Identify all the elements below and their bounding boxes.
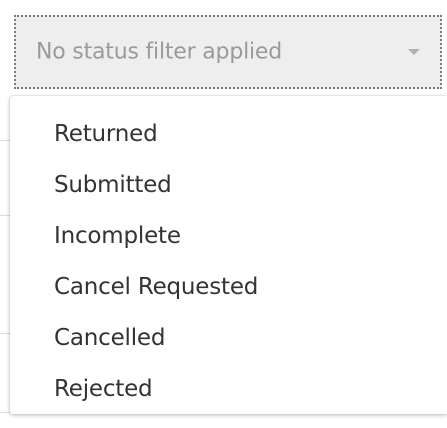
status-filter-menu: Returned Submitted Incomplete Cancel Req… [10,96,447,414]
menu-item-cancelled[interactable]: Cancelled [10,312,447,363]
menu-item-rejected[interactable]: Rejected [10,363,447,414]
background-divider [0,412,10,413]
menu-item-returned[interactable]: Returned [10,108,447,159]
background-divider [0,140,10,141]
caret-down-icon[interactable] [408,49,420,55]
status-filter-select[interactable]: No status filter applied [14,15,442,89]
menu-item-submitted[interactable]: Submitted [10,159,447,210]
menu-item-incomplete[interactable]: Incomplete [10,210,447,261]
menu-item-cancel-requested[interactable]: Cancel Requested [10,261,447,312]
background-divider [0,215,10,216]
page: No status filter applied Returned Submit… [0,0,447,428]
status-filter-value: No status filter applied [36,39,283,65]
background-divider [0,333,10,334]
